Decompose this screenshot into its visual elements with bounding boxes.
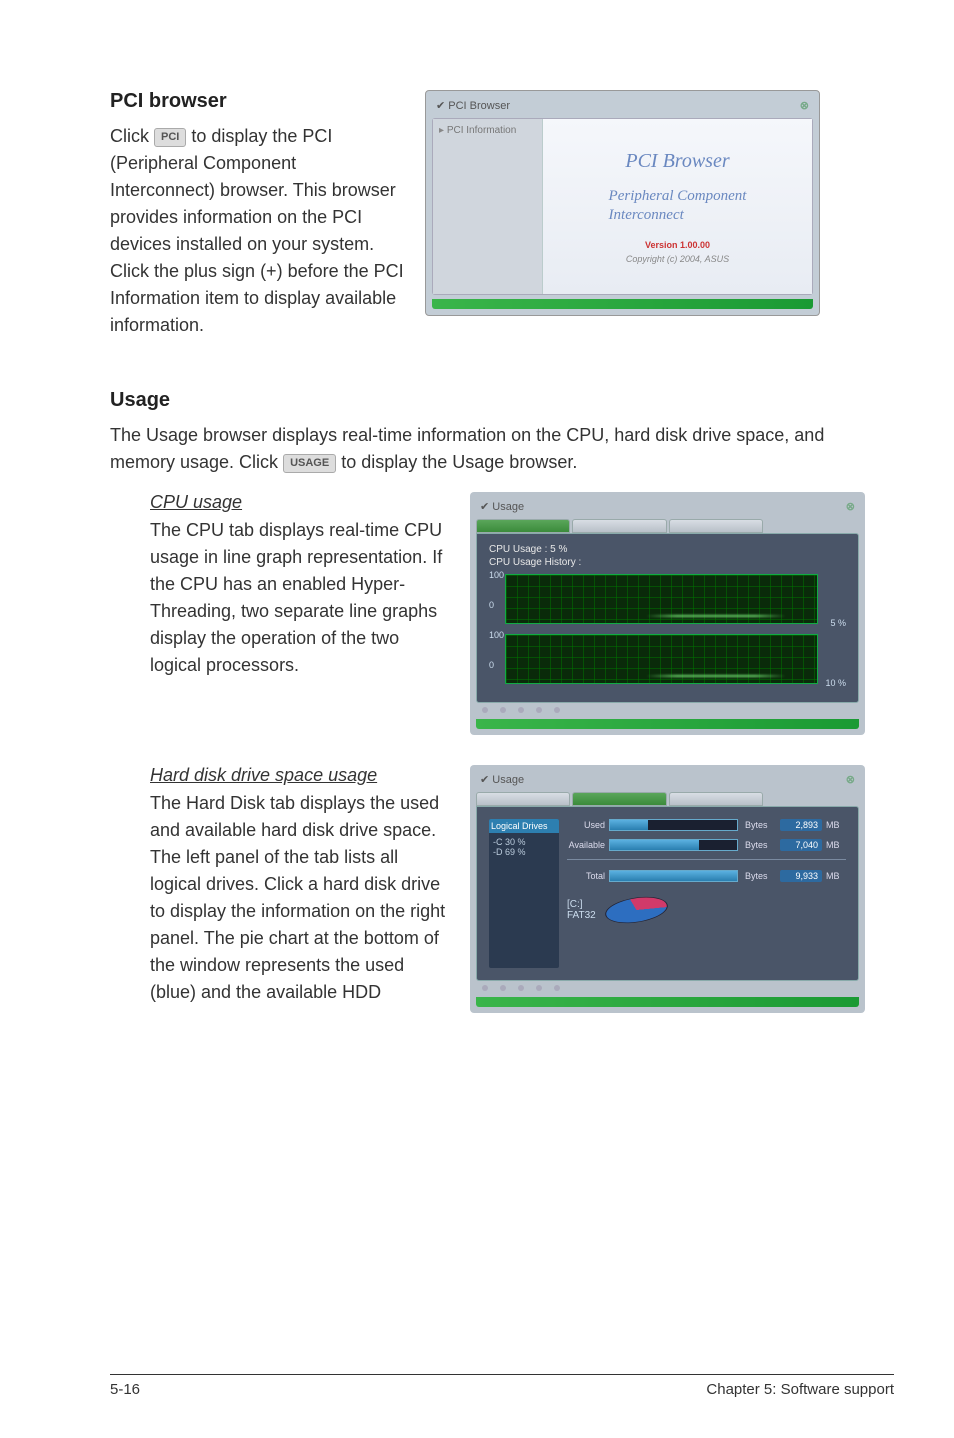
- pci-main-title: PCI Browser: [625, 150, 729, 173]
- pci-version: Version 1.00.00: [645, 240, 710, 250]
- tab-hdd[interactable]: [572, 792, 666, 806]
- hdd-pie-chart: [599, 892, 674, 928]
- hdd-side-header: Logical Drives: [489, 819, 559, 833]
- hdd-body: The Hard Disk tab displays the used and …: [150, 790, 450, 1006]
- cpu-window-title-text: Usage: [492, 501, 524, 513]
- cpu-history-label: CPU Usage History :: [489, 557, 846, 568]
- pci-main-panel: PCI Browser Peripheral Component Interco…: [543, 119, 812, 294]
- pci-window-titlebar: ✔ PCI Browser: [436, 99, 510, 112]
- hdd-avail-bytes: Bytes: [742, 840, 776, 850]
- hdd-used-num: 2,893: [780, 819, 822, 831]
- hdd-drive-list: Logical Drives -C 30 % -D 69 %: [489, 819, 559, 968]
- close-icon[interactable]: ⊗: [800, 99, 809, 112]
- hdd-details: Used Bytes 2,893 MB Available Bytes 7,04…: [567, 819, 846, 968]
- tab-hdd[interactable]: [572, 519, 666, 533]
- hdd-subhead: Hard disk drive space usage: [150, 765, 450, 786]
- page-footer: 5-16 Chapter 5: Software support: [110, 1374, 894, 1398]
- cpu-pct-2: 10 %: [818, 678, 846, 690]
- drive-c[interactable]: -C 30 %: [493, 837, 555, 847]
- pci-heading: PCI browser: [110, 90, 405, 113]
- cpu-panel: CPU Usage : 5 % CPU Usage History : 1000…: [476, 533, 859, 703]
- hdd-row-available: Available Bytes 7,040 MB: [567, 839, 846, 851]
- usage-intro-post: to display the Usage browser.: [341, 452, 577, 472]
- pci-window-title-text: PCI Browser: [448, 100, 510, 112]
- hdd-avail-unit: MB: [826, 840, 846, 850]
- hdd-avail-num: 7,040: [780, 839, 822, 851]
- hdd-total-label: Total: [567, 871, 605, 881]
- hdd-total-num: 9,933: [780, 870, 822, 882]
- drive-d[interactable]: -D 69 %: [493, 847, 555, 857]
- footer-page-number: 5-16: [110, 1381, 140, 1398]
- pci-body-pre: Click: [110, 126, 154, 146]
- pci-body-post: to display the PCI (Peripheral Component…: [110, 126, 404, 335]
- hdd-row-used: Used Bytes 2,893 MB: [567, 819, 846, 831]
- pci-browser-window: ✔ PCI Browser ⊗ ▸ PCI Information PCI Br…: [425, 90, 820, 316]
- pci-sub1: Peripheral Component: [609, 188, 747, 204]
- pci-body: Click PCI to display the PCI (Peripheral…: [110, 123, 405, 339]
- hdd-avail-label: Available: [567, 840, 605, 850]
- pci-tree-root[interactable]: PCI Information: [447, 125, 516, 136]
- tab-cpu[interactable]: [476, 792, 570, 806]
- window-dots: [476, 707, 859, 715]
- cpu-graph-2: [505, 634, 818, 684]
- cpu-window-title: ✔ Usage: [480, 500, 524, 513]
- close-icon[interactable]: ⊗: [846, 500, 855, 513]
- cpu-graph-1: [505, 574, 818, 624]
- pci-main-subtitle: Peripheral Component Interconnect: [609, 187, 747, 226]
- usage-heading: Usage: [110, 389, 894, 412]
- cpu-pct-1: 5 %: [818, 618, 846, 630]
- close-icon[interactable]: ⊗: [846, 773, 855, 786]
- hdd-row-total: Total Bytes 9,933 MB: [567, 870, 846, 882]
- cpu-usage-window: ✔ Usage ⊗ CPU Usage : 5 % CPU Usage Hist…: [470, 492, 865, 735]
- pci-inline-button: PCI: [154, 128, 186, 147]
- hdd-usage-window: ✔ Usage ⊗ Logical Drives -C 30 % -D 69 %…: [470, 765, 865, 1013]
- usage-inline-button: USAGE: [283, 454, 336, 473]
- hdd-pie-wrap: [C:] FAT32: [567, 890, 846, 930]
- pci-tree-panel: ▸ PCI Information: [433, 119, 543, 294]
- hdd-pie-fs: FAT32: [567, 910, 596, 921]
- hdd-total-unit: MB: [826, 871, 846, 881]
- usage-tabs: [476, 519, 859, 533]
- hdd-window-title-text: Usage: [492, 774, 524, 786]
- usage-tabs-hdd: [476, 792, 859, 806]
- hdd-total-bytes: Bytes: [742, 871, 776, 881]
- hdd-used-unit: MB: [826, 820, 846, 830]
- tab-memory[interactable]: [669, 519, 763, 533]
- window-dots: [476, 985, 859, 993]
- pci-copyright: Copyright (c) 2004, ASUS: [626, 254, 729, 264]
- hdd-used-bytes: Bytes: [742, 820, 776, 830]
- tab-cpu[interactable]: [476, 519, 570, 533]
- hdd-panel: Logical Drives -C 30 % -D 69 % Used Byte…: [476, 806, 859, 981]
- hdd-pie-drive: [C:]: [567, 899, 596, 910]
- tab-memory[interactable]: [669, 792, 763, 806]
- footer-chapter: Chapter 5: Software support: [706, 1381, 894, 1398]
- hdd-used-label: Used: [567, 820, 605, 830]
- cpu-body: The CPU tab displays real-time CPU usage…: [150, 517, 450, 679]
- cpu-usage-label: CPU Usage : 5 %: [489, 544, 846, 555]
- pci-sub2: Interconnect: [609, 207, 684, 223]
- usage-intro: The Usage browser displays real-time inf…: [110, 422, 894, 476]
- window-stripe: [432, 299, 813, 309]
- cpu-subhead: CPU usage: [150, 492, 450, 513]
- hdd-window-title: ✔ Usage: [480, 773, 524, 786]
